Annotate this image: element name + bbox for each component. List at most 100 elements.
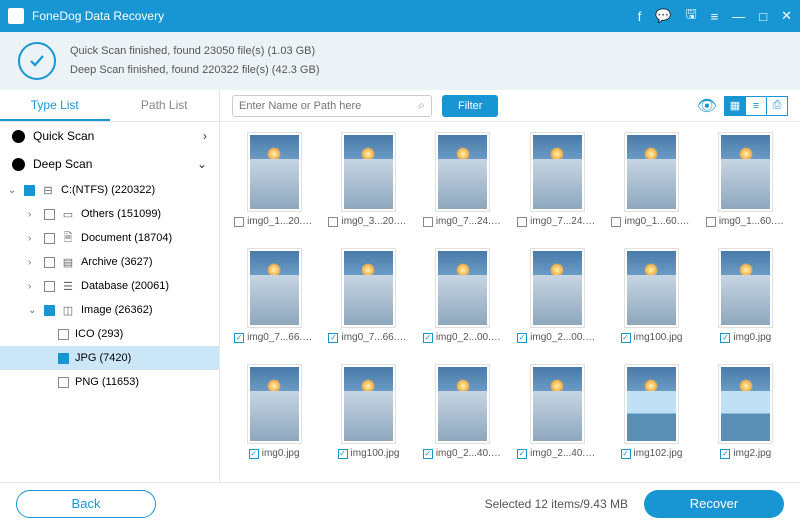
file-checkbox[interactable] (517, 333, 527, 343)
close-icon[interactable]: ✕ (781, 8, 792, 24)
quick-scan-section[interactable]: Quick Scan › (0, 122, 219, 150)
facebook-icon[interactable]: f (638, 9, 642, 24)
file-checkbox[interactable] (423, 217, 433, 227)
toolbar: ⌕ Filter 👁 ▦ ≡ ⎙ (220, 90, 800, 122)
tree-others[interactable]: › ▭ Others (151099) (0, 202, 219, 226)
checkbox[interactable] (44, 209, 55, 220)
file-thumbnail[interactable]: img100.jpg (609, 248, 693, 356)
window-controls: f 💬 🖫 ≡ — □ ✕ (638, 5, 792, 27)
file-checkbox[interactable] (720, 333, 730, 343)
tree-archive[interactable]: › ▤ Archive (3627) (0, 250, 219, 274)
file-name: img0_2...00.jpg (530, 332, 597, 343)
file-thumbnail[interactable]: img0_2...00.jpg (421, 248, 505, 356)
main: ⌕ Filter 👁 ▦ ≡ ⎙ img0_1...20.jpg img0_3..… (220, 90, 800, 482)
thumbnail-image (435, 132, 490, 212)
checkmark-icon (18, 42, 56, 80)
search-input[interactable] (239, 100, 418, 112)
file-name: img0.jpg (262, 448, 300, 459)
file-checkbox[interactable] (423, 333, 433, 343)
file-grid: img0_1...20.jpg img0_3...20.jpg img0_7...2… (220, 122, 800, 482)
chevron-down-icon: ⌄ (197, 157, 207, 171)
file-thumbnail[interactable]: img0_2...00.jpg (515, 248, 599, 356)
file-thumbnail[interactable]: img100.jpg (326, 364, 410, 472)
file-name: img0_1...20.jpg (247, 216, 314, 227)
file-checkbox[interactable] (517, 217, 527, 227)
tree-image[interactable]: ⌄ ◫ Image (26362) (0, 298, 219, 322)
file-checkbox[interactable] (621, 449, 631, 459)
view-grid-button[interactable]: ▦ (724, 96, 746, 116)
file-checkbox[interactable] (328, 333, 338, 343)
tab-path-list[interactable]: Path List (110, 90, 220, 121)
file-thumbnail[interactable]: img0_1...60.jpg (609, 132, 693, 240)
tree-document[interactable]: › 🗎 Document (18704) (0, 226, 219, 250)
file-checkbox[interactable] (423, 449, 433, 459)
tab-type-list[interactable]: Type List (0, 90, 110, 121)
file-checkbox[interactable] (234, 217, 244, 227)
thumbnail-image (435, 248, 490, 328)
recover-button[interactable]: Recover (644, 490, 784, 518)
file-checkbox[interactable] (720, 449, 730, 459)
file-thumbnail[interactable]: img0_7...66.jpg (326, 248, 410, 356)
file-thumbnail[interactable]: img0_7...24.jpg (515, 132, 599, 240)
tree-label: C:(NTFS) (220322) (61, 184, 155, 196)
file-checkbox[interactable] (249, 449, 259, 459)
file-checkbox[interactable] (517, 449, 527, 459)
checkbox[interactable] (44, 257, 55, 268)
view-list-button[interactable]: ≡ (745, 96, 767, 116)
file-thumbnail[interactable]: img0_1...60.jpg (704, 132, 788, 240)
back-button[interactable]: Back (16, 490, 156, 518)
preview-icon[interactable]: 👁 (697, 96, 717, 116)
search-icon[interactable]: ⌕ (418, 98, 425, 113)
file-name: img0_3...20.jpg (341, 216, 408, 227)
thumbnail-image (530, 132, 585, 212)
checkbox[interactable] (58, 329, 69, 340)
file-name: img0_2...40.jpg (530, 448, 597, 459)
file-thumbnail[interactable]: img0_1...20.jpg (232, 132, 316, 240)
file-name: img0_7...66.jpg (341, 332, 408, 343)
file-checkbox[interactable] (328, 217, 338, 227)
save-icon[interactable]: 🖫 (686, 5, 697, 27)
minimize-icon[interactable]: — (732, 9, 745, 24)
file-name: img0_7...24.jpg (530, 216, 597, 227)
file-checkbox[interactable] (234, 333, 244, 343)
file-checkbox[interactable] (621, 333, 631, 343)
thumbnail-image (718, 364, 773, 444)
file-thumbnail[interactable]: img0.jpg (232, 364, 316, 472)
file-checkbox[interactable] (611, 217, 621, 227)
filter-button[interactable]: Filter (442, 95, 498, 117)
tree-database[interactable]: › ☰ Database (20061) (0, 274, 219, 298)
maximize-icon[interactable]: □ (759, 9, 767, 24)
checkbox[interactable] (44, 233, 55, 244)
checkbox[interactable] (58, 353, 69, 364)
checkbox[interactable] (24, 185, 35, 196)
view-detail-button[interactable]: ⎙ (766, 96, 788, 116)
tree-png[interactable]: PNG (11653) (0, 370, 219, 394)
chevron-right-icon: › (28, 281, 38, 292)
tree-jpg[interactable]: JPG (7420) (0, 346, 219, 370)
tree-label: ICO (293) (75, 328, 123, 340)
file-thumbnail[interactable]: img0_2...40.jpg (515, 364, 599, 472)
file-thumbnail[interactable]: img0_2...40.jpg (421, 364, 505, 472)
tree-label: Database (20061) (81, 280, 169, 292)
checkbox[interactable] (44, 281, 55, 292)
checkbox[interactable] (44, 305, 55, 316)
file-checkbox[interactable] (706, 217, 716, 227)
file-thumbnail[interactable]: img0_3...20.jpg (326, 132, 410, 240)
deep-scan-section[interactable]: Deep Scan ⌄ (0, 150, 219, 178)
database-icon: ☰ (61, 280, 75, 292)
file-name: img0_2...40.jpg (436, 448, 503, 459)
tree-ico[interactable]: ICO (293) (0, 322, 219, 346)
file-thumbnail[interactable]: img0_7...66.jpg (232, 248, 316, 356)
search-box[interactable]: ⌕ (232, 95, 432, 117)
thumbnail-image (624, 364, 679, 444)
menu-icon[interactable]: ≡ (711, 9, 719, 24)
file-thumbnail[interactable]: img0.jpg (704, 248, 788, 356)
feedback-icon[interactable]: 💬 (655, 8, 671, 24)
thumbnail-image (247, 248, 302, 328)
file-checkbox[interactable] (338, 449, 348, 459)
file-thumbnail[interactable]: img2.jpg (704, 364, 788, 472)
file-thumbnail[interactable]: img0_7...24.jpg (421, 132, 505, 240)
file-thumbnail[interactable]: img102.jpg (609, 364, 693, 472)
checkbox[interactable] (58, 377, 69, 388)
tree-drive[interactable]: ⌄ ⊟ C:(NTFS) (220322) (0, 178, 219, 202)
